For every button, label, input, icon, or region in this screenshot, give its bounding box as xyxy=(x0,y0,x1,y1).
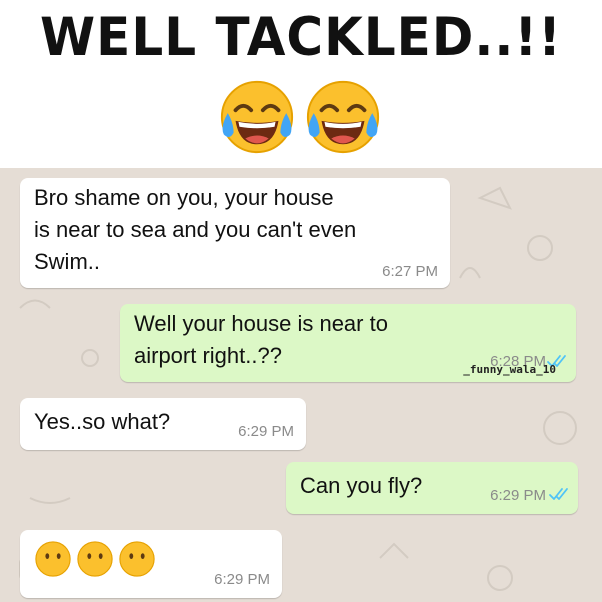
double-check-icon xyxy=(549,488,568,500)
message-text-line: Swim.. xyxy=(34,249,100,274)
hushed-face-icon xyxy=(35,541,71,577)
hushed-face-icon xyxy=(77,541,113,577)
chat-panel[interactable]: Bro shame on you, your house is near to … xyxy=(0,168,602,602)
message-timestamp: 6:27 PM xyxy=(382,263,438,280)
message-text-line: Bro shame on you, your house xyxy=(34,185,334,210)
header-title: WELL TACKLED..!! xyxy=(40,6,562,68)
message-timestamp: 6:29 PM xyxy=(490,487,546,504)
message-timestamp: 6:29 PM xyxy=(214,571,270,588)
message-text-line: is near to sea and you can't even xyxy=(34,217,357,242)
message-text-line: Well your house is near to xyxy=(134,311,388,336)
watermark-text: _funny_wala_10 xyxy=(463,363,556,376)
face-with-tears-of-joy-icon xyxy=(305,79,381,155)
message-text-line: Yes..so what? xyxy=(34,409,171,434)
outgoing-message-bubble[interactable]: Well your house is near to airport right… xyxy=(120,304,576,382)
header-banner: WELL TACKLED..!! xyxy=(0,0,602,168)
incoming-message-bubble[interactable]: Bro shame on you, your house is near to … xyxy=(20,178,450,288)
incoming-message-bubble[interactable]: 6:29 PM xyxy=(20,530,282,598)
incoming-message-bubble[interactable]: Yes..so what? 6:29 PM xyxy=(20,398,306,450)
message-text-line: airport right..?? xyxy=(134,343,282,368)
face-with-tears-of-joy-icon xyxy=(219,79,295,155)
outgoing-message-bubble[interactable]: Can you fly? 6:29 PM xyxy=(286,462,578,514)
hushed-face-icon xyxy=(119,541,155,577)
message-timestamp: 6:29 PM xyxy=(238,423,294,440)
message-text-line: Can you fly? xyxy=(300,473,423,498)
